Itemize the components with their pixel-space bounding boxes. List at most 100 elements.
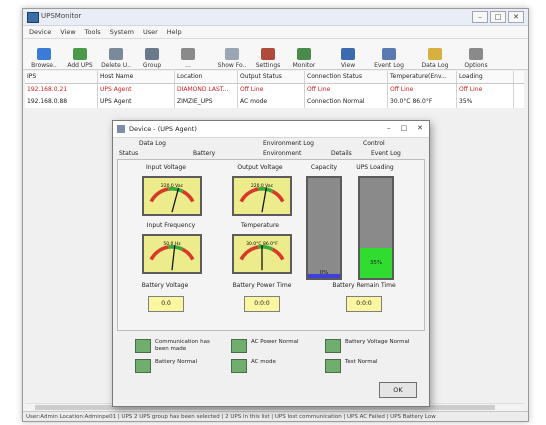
toolbar-button-view[interactable]: View xyxy=(331,41,365,69)
minimize-button[interactable]: – xyxy=(472,11,488,23)
gauge-scale-band xyxy=(181,189,195,203)
gauge-scale-band xyxy=(258,245,274,252)
gauge-scale-band xyxy=(271,247,285,261)
battery-remain-time-value: 0:0:0 xyxy=(346,296,382,312)
browse-icon xyxy=(37,48,51,60)
toolbar-button-show[interactable]: Show Fo.. xyxy=(215,41,249,69)
dialog-title-bar: Device - (UPS Agent) – □ ✕ xyxy=(113,121,429,138)
tab-control[interactable]: Control xyxy=(363,140,385,147)
loading-bar: 35% xyxy=(358,176,394,280)
table-header: IPS Host Name Location Output Status Con… xyxy=(25,71,524,84)
toolbar-button-delete-ups[interactable]: Delete U.. xyxy=(99,41,133,69)
toolbar-button-monitor[interactable]: Monitor xyxy=(287,41,321,69)
ac-mode-icon xyxy=(231,359,247,373)
loading-value: 35% xyxy=(369,260,383,266)
tab-environment-log[interactable]: Environment Log xyxy=(263,140,314,147)
cell-host: UPS Agent xyxy=(98,96,175,108)
options-icon xyxy=(469,48,483,60)
toolbar-label: Add UPS xyxy=(67,62,93,69)
input-frequency-label: Input Frequency xyxy=(146,222,196,229)
toolbar-button-group[interactable]: Group xyxy=(135,41,169,69)
gauge-reading: 220.0 Vac xyxy=(251,183,274,189)
toolbar-label: Settings xyxy=(255,62,281,69)
input-frequency-gauge: 50.0 Hz xyxy=(142,234,202,274)
cell-temp: Off Line xyxy=(388,84,457,96)
tab-environment[interactable]: Environment xyxy=(263,150,301,157)
capacity-value: 0% xyxy=(319,270,329,276)
toolbar-label: Group xyxy=(142,62,162,69)
col-host-name[interactable]: Host Name xyxy=(98,71,175,83)
communication-icon xyxy=(135,339,151,353)
tab-battery[interactable]: Battery xyxy=(193,150,215,157)
toolbar-button-options[interactable]: Options xyxy=(459,41,493,69)
toolbar-button-event-log[interactable]: Event Log xyxy=(367,41,411,69)
dialog-minimize-button[interactable]: – xyxy=(387,124,391,132)
toolbar-label: Browse.. xyxy=(31,62,57,69)
legend-test: Test Normal xyxy=(325,359,413,375)
battery-voltage-label: Battery Voltage xyxy=(141,282,189,289)
app-icon xyxy=(27,12,39,23)
cell-output: AC mode xyxy=(238,96,305,108)
gauge-scale-band xyxy=(239,187,259,203)
close-button[interactable]: ✕ xyxy=(508,11,524,23)
battery-voltage-icon xyxy=(325,339,341,353)
tab-status[interactable]: Status xyxy=(119,150,138,157)
test-icon xyxy=(325,359,341,373)
menu-device[interactable]: Device xyxy=(29,28,51,36)
legend-battery-voltage: Battery Voltage Normal xyxy=(325,339,413,355)
col-temperature[interactable]: Temperature(Env... xyxy=(388,71,457,83)
capacity-bar: 0% xyxy=(306,176,342,280)
data-log-icon xyxy=(428,48,442,60)
table-row[interactable]: 192.168.0.88 UPS Agent ZIMZIE_UPS AC mod… xyxy=(25,96,524,108)
menu-tools[interactable]: Tools xyxy=(85,28,101,36)
output-voltage-label: Output Voltage xyxy=(237,164,283,171)
show-icon xyxy=(225,48,239,60)
menu-system[interactable]: System xyxy=(110,28,134,36)
toolbar-button-tool[interactable]: ... xyxy=(171,41,205,69)
cell-location: ZIMZIE_UPS xyxy=(175,96,238,108)
col-loading[interactable]: Loading xyxy=(457,71,514,83)
dialog-title: Device - (UPS Agent) xyxy=(129,125,197,133)
gauge-scale-band xyxy=(271,189,285,203)
dialog-maximize-button[interactable]: □ xyxy=(401,124,408,132)
output-voltage-gauge: 220.0 Vac xyxy=(232,176,292,216)
tab-details[interactable]: Details xyxy=(331,150,352,157)
capacity-label: Capacity xyxy=(310,164,338,171)
ups-table: IPS Host Name Location Output Status Con… xyxy=(25,71,524,108)
status-bar: User:Admin Location:Adminpe01 | UPS 2 UP… xyxy=(23,411,528,421)
gauge-scale-band xyxy=(181,247,195,261)
cell-loading: Off Line xyxy=(457,84,514,96)
col-location[interactable]: Location xyxy=(175,71,238,83)
toolbar-label: Delete U.. xyxy=(101,62,131,69)
tab-event-log[interactable]: Event Log xyxy=(371,150,401,157)
cell-ips: 192.168.0.21 xyxy=(25,84,98,96)
delete-ups-icon xyxy=(109,48,123,60)
device-icon xyxy=(117,125,125,133)
gauge-needle xyxy=(171,245,176,271)
col-connection-status[interactable]: Connection Status xyxy=(305,71,388,83)
ok-button[interactable]: OK xyxy=(379,382,417,398)
toolbar-button-browse[interactable]: Browse.. xyxy=(27,41,61,69)
tab-data-log[interactable]: Data Log xyxy=(139,140,166,147)
toolbar-button-settings[interactable]: Settings xyxy=(251,41,285,69)
battery-remain-time-label: Battery Remain Time xyxy=(332,282,396,289)
menu-help[interactable]: Help xyxy=(167,28,182,36)
cell-ips: 192.168.0.88 xyxy=(25,96,98,108)
settings-icon xyxy=(261,48,275,60)
col-ips[interactable]: IPS xyxy=(25,71,98,83)
menu-view[interactable]: View xyxy=(60,28,75,36)
legend-ac-power: AC Power Normal xyxy=(231,339,319,355)
table-row[interactable]: 192.168.0.21 UPS Agent DIAMOND LAST... O… xyxy=(25,84,524,96)
maximize-button[interactable]: □ xyxy=(490,11,506,23)
col-output-status[interactable]: Output Status xyxy=(238,71,305,83)
gauge-scale-band xyxy=(168,245,184,252)
toolbar-button-add-ups[interactable]: Add UPS xyxy=(63,41,97,69)
gauge-scale-band xyxy=(149,187,169,203)
toolbar-label: Options xyxy=(464,62,488,69)
menu-user[interactable]: User xyxy=(143,28,158,36)
toolbar-label: ... xyxy=(185,62,191,69)
toolbar-button-data-log[interactable]: Data Log xyxy=(413,41,457,69)
dialog-close-button[interactable]: ✕ xyxy=(417,124,423,132)
event-log-icon xyxy=(382,48,396,60)
toolbar-label: View xyxy=(340,62,356,69)
